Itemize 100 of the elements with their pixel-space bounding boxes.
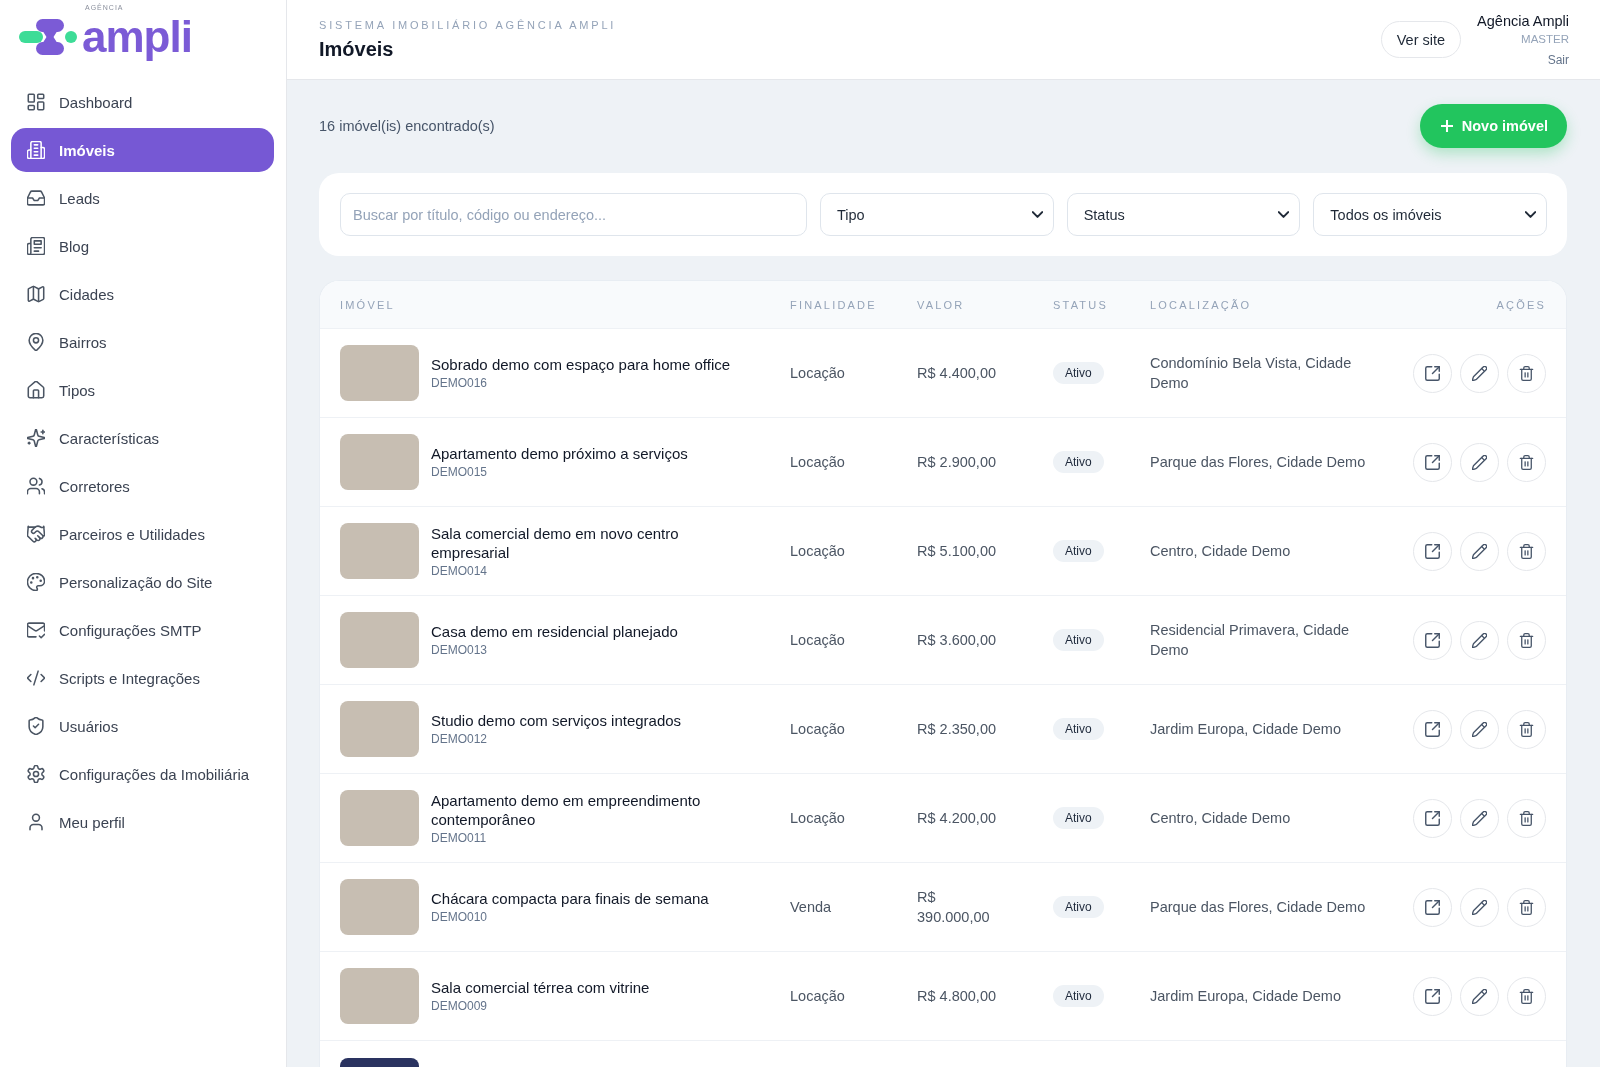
open-button[interactable] (1413, 442, 1452, 482)
inbox-icon (27, 189, 45, 207)
edit-button[interactable] (1460, 353, 1499, 393)
plus-icon (1440, 120, 1453, 132)
sidebar-item[interactable]: Características (11, 416, 274, 460)
price-cell-text: R$ 2.350,00 (917, 720, 996, 739)
open-button[interactable] (1413, 887, 1452, 927)
delete-button[interactable] (1507, 442, 1546, 482)
sidebar-item[interactable]: Dashboard (11, 80, 274, 124)
open-button[interactable] (1413, 709, 1452, 749)
view-site-button[interactable]: Ver site (1380, 21, 1462, 58)
open-button[interactable] (1413, 353, 1452, 393)
edit-button[interactable] (1460, 620, 1499, 660)
property-code: DEMO014 (431, 562, 488, 579)
sidebar-item[interactable]: Configurações SMTP (11, 608, 274, 652)
status-badge: Ativo (1053, 540, 1104, 562)
sidebar-item[interactable]: Leads (11, 176, 274, 220)
house-icon (27, 381, 45, 399)
result-count: 16 imóvel(is) encontrado(s) (319, 118, 495, 134)
delete-button[interactable] (1507, 709, 1546, 749)
property-title: Sobrado demo com espaço para home office (431, 355, 731, 374)
delete-button[interactable] (1507, 620, 1546, 660)
edit-button[interactable] (1460, 531, 1499, 571)
sidebar-item[interactable]: Scripts e Integrações (11, 656, 274, 700)
trash-icon (1519, 899, 1534, 915)
purpose-cell-text: Venda (790, 898, 832, 917)
logout-link[interactable]: Sair (1547, 53, 1569, 67)
open-button[interactable] (1413, 976, 1452, 1016)
column-header: STATUS (1053, 298, 1108, 311)
filter-select[interactable]: Todos os imóveis (1313, 193, 1547, 236)
logo-icon (18, 18, 78, 56)
property-code: DEMO011 (431, 829, 487, 846)
sidebar-item[interactable]: Cidades (11, 272, 274, 316)
search-field[interactable]: Buscar por título, código ou endereço... (340, 193, 807, 236)
delete-button[interactable] (1507, 887, 1546, 927)
mail-check-icon (27, 621, 45, 639)
sidebar-item[interactable]: Imóveis (11, 128, 274, 172)
page-title: Imóveis (319, 37, 394, 61)
column-header: FINALIDADE (790, 298, 877, 311)
trash-icon (1519, 810, 1534, 826)
chevron-down-icon (1031, 211, 1043, 218)
settings-icon (27, 765, 45, 783)
sidebar-item[interactable]: Usuários (11, 704, 274, 748)
purpose-cell-text: Locação (790, 987, 845, 1006)
edit-button[interactable] (1460, 976, 1499, 1016)
property-code: DEMO009 (431, 998, 488, 1014)
sidebar-item[interactable]: Personalização do Site (11, 560, 274, 604)
column-header: LOCALIZAÇÃO (1150, 298, 1252, 311)
price-cell-text: R$ 4.400,00 (917, 364, 996, 383)
external-link-icon (1425, 721, 1440, 737)
chevron-down-icon (1525, 211, 1536, 218)
filter-select[interactable]: Status (1066, 193, 1301, 236)
purpose-cell-text: Locação (790, 542, 845, 561)
pencil-icon (1472, 454, 1487, 470)
trash-icon (1519, 988, 1534, 1004)
filter-select[interactable]: Tipo (820, 193, 1054, 236)
status-badge: Ativo (1053, 451, 1104, 473)
open-button[interactable] (1413, 531, 1452, 571)
location-cell-text: Centro, Cidade Demo (1150, 809, 1291, 828)
external-link-icon (1425, 632, 1440, 648)
map-icon (27, 285, 45, 303)
newspaper-icon (27, 237, 45, 255)
price-cell-text: R$ 4.200,00 (917, 809, 996, 828)
pencil-icon (1472, 810, 1487, 826)
location-cell-text: Condomínio Bela Vista, Cidade Demo (1150, 354, 1353, 393)
column-header: IMÓVEL (340, 298, 395, 311)
delete-button[interactable] (1507, 976, 1546, 1016)
palette-icon (27, 573, 45, 591)
delete-button[interactable] (1507, 798, 1546, 838)
sidebar-item[interactable]: Meu perfil (11, 800, 274, 844)
external-link-icon (1425, 988, 1440, 1004)
edit-button[interactable] (1460, 709, 1499, 749)
open-button[interactable] (1413, 798, 1452, 838)
sidebar-item[interactable]: Corretores (11, 464, 274, 508)
edit-button[interactable] (1460, 442, 1499, 482)
sidebar-item[interactable]: Blog (11, 224, 274, 268)
sidebar-item[interactable]: Bairros (11, 320, 274, 364)
status-badge: Ativo (1053, 807, 1104, 829)
property-title: Chácara compacta para finais de semana (431, 889, 709, 908)
column-header: AÇÕES (1496, 298, 1546, 311)
sidebar-item[interactable]: Configurações da Imobiliária (11, 752, 274, 796)
delete-button[interactable] (1507, 531, 1546, 571)
pencil-icon (1472, 988, 1487, 1004)
property-code: DEMO013 (431, 642, 488, 658)
delete-button[interactable] (1507, 353, 1546, 393)
property-title: Casa demo em residencial planejado (431, 622, 678, 641)
external-link-icon (1425, 543, 1440, 559)
sidebar-item[interactable]: Parceiros e Utilidades (11, 512, 274, 556)
sidebar-item[interactable]: Tipos (11, 368, 274, 412)
property-code: DEMO016 (431, 375, 488, 391)
purpose-cell-text: Locação (790, 631, 845, 650)
status-badge: Ativo (1053, 362, 1104, 384)
location-cell-text: Residencial Primavera, Cidade Demo (1150, 621, 1351, 660)
edit-button[interactable] (1460, 798, 1499, 838)
edit-button[interactable] (1460, 887, 1499, 927)
price-cell-text: R$ 2.900,00 (917, 453, 996, 472)
open-button[interactable] (1413, 620, 1452, 660)
trash-icon (1519, 632, 1534, 648)
property-code: DEMO012 (431, 731, 488, 747)
price-cell-text: R$ 3.600,00 (917, 631, 996, 650)
